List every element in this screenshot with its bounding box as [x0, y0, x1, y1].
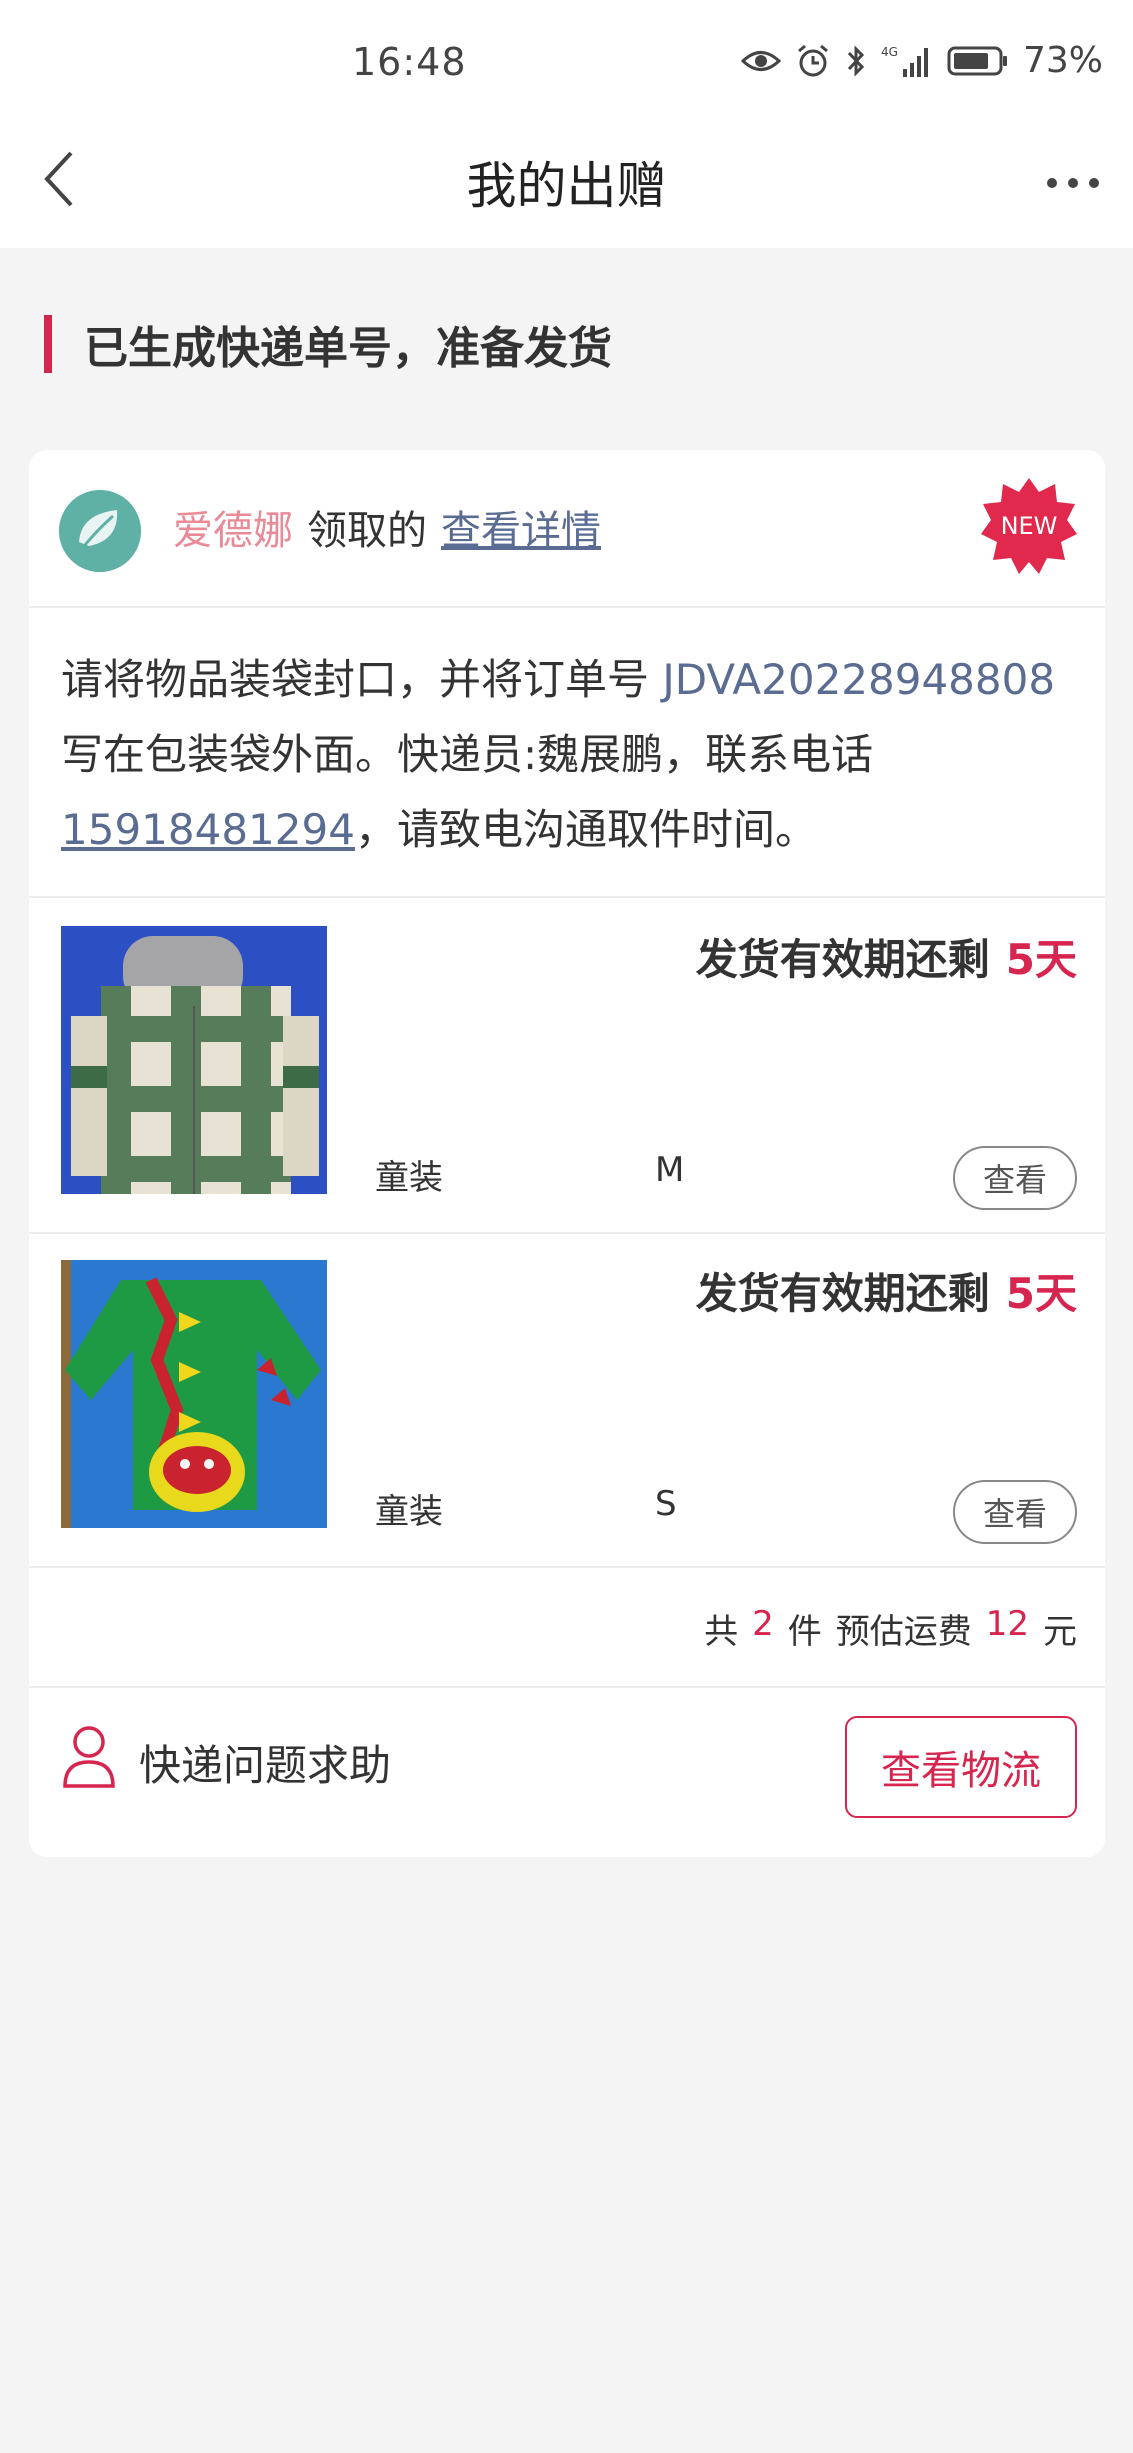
- donation-card: 爱德娜 领取的 查看详情 NEW 请将物品装袋封口，并将订单号 JDVA2022…: [29, 450, 1105, 1857]
- status-bar: 16:48 4G 73%: [0, 0, 1133, 120]
- summary-text: 共 2 件 预估运费 12 元: [704, 1604, 1077, 1653]
- new-badge: NEW: [979, 476, 1079, 576]
- donor-line: 爱德娜 领取的 查看详情: [173, 498, 601, 556]
- item-size: M: [655, 1150, 685, 1190]
- shipping-instructions: 请将物品装袋封口，并将订单号 JDVA20228948808 写在包装袋外面。快…: [29, 606, 1105, 896]
- item-category: 童装: [375, 1158, 443, 1198]
- item-category: 童装: [375, 1492, 443, 1532]
- item-count: 2: [752, 1604, 774, 1644]
- count-unit: 件: [787, 1612, 822, 1652]
- instructions-text: 请将物品装袋封口，并将订单号 JDVA20228948808 写在包装袋外面。快…: [61, 642, 1081, 867]
- section-title: 已生成快递单号，准备发货: [84, 323, 612, 374]
- donor-row: 爱德娜 领取的 查看详情 NEW: [29, 450, 1105, 606]
- card-footer: 快递问题求助 查看物流: [29, 1686, 1105, 1856]
- signal-icon: 4G: [881, 43, 933, 79]
- donor-action: 领取的: [307, 508, 427, 554]
- view-details-link[interactable]: 查看详情: [441, 498, 601, 556]
- person-icon[interactable]: [61, 1724, 117, 1788]
- section-header: 已生成快递单号，准备发货: [44, 315, 612, 374]
- plaid-shirt-image: [61, 926, 327, 1194]
- courier-help-link[interactable]: 快递问题求助: [139, 1732, 391, 1793]
- item-image[interactable]: [61, 926, 327, 1194]
- section-accent-bar: [44, 315, 52, 373]
- deadline-label: 发货有效期还剩: [695, 935, 990, 984]
- order-number[interactable]: JDVA20228948808: [662, 655, 1055, 704]
- deadline-days: 5天: [1005, 935, 1077, 984]
- bluetooth-icon: [845, 43, 867, 79]
- summary-prefix: 共: [704, 1612, 739, 1652]
- view-item-button[interactable]: 查看: [953, 1480, 1077, 1544]
- item-size: S: [655, 1484, 677, 1524]
- alarm-icon: [795, 43, 831, 79]
- deadline-text: 发货有效期还剩 5天: [696, 1260, 1077, 1321]
- battery-percent: 73%: [1022, 40, 1103, 81]
- view-item-button[interactable]: 查看: [953, 1146, 1077, 1210]
- more-button[interactable]: [1033, 148, 1113, 218]
- shipping-fee: 12: [985, 1604, 1029, 1644]
- deadline-days: 5天: [1005, 1269, 1077, 1318]
- leaf-logo-icon: [59, 490, 141, 572]
- new-badge-label: NEW: [1001, 512, 1058, 540]
- battery-icon: [947, 44, 1009, 78]
- instructions-part: ，请致电沟通取件时间。: [354, 805, 817, 854]
- item-image[interactable]: [61, 1260, 327, 1528]
- deadline-text: 发货有效期还剩 5天: [696, 926, 1077, 987]
- nav-bar: 我的出赠: [0, 120, 1133, 248]
- eye-icon: [740, 46, 781, 76]
- avatar[interactable]: [59, 490, 141, 572]
- fee-label: 预估运费: [835, 1612, 972, 1652]
- courier-phone-link[interactable]: 15918481294: [61, 805, 355, 854]
- donor-name[interactable]: 爱德娜: [173, 498, 293, 556]
- dinosaur-hoodie-image: [61, 1260, 327, 1528]
- fee-unit: 元: [1043, 1612, 1077, 1652]
- network-label: 4G: [881, 45, 898, 59]
- instructions-part: 请将物品装袋封口，并将订单号: [61, 655, 663, 704]
- more-icon: [1047, 178, 1099, 188]
- order-summary: 共 2 件 预估运费 12 元: [29, 1566, 1105, 1686]
- deadline-label: 发货有效期还剩: [695, 1269, 990, 1318]
- list-item: 发货有效期还剩 5天 童装 M 查看: [29, 898, 1105, 1232]
- instructions-part: 写在包装袋外面。快递员:魏展鹏，联系电话: [61, 730, 874, 779]
- status-time: 16:48: [352, 40, 467, 84]
- page-title: 我的出赠: [466, 157, 667, 215]
- list-item: 发货有效期还剩 5天 童装 S 查看: [29, 1232, 1105, 1566]
- status-icons: 4G 73%: [740, 40, 1103, 81]
- view-logistics-button[interactable]: 查看物流: [845, 1716, 1077, 1818]
